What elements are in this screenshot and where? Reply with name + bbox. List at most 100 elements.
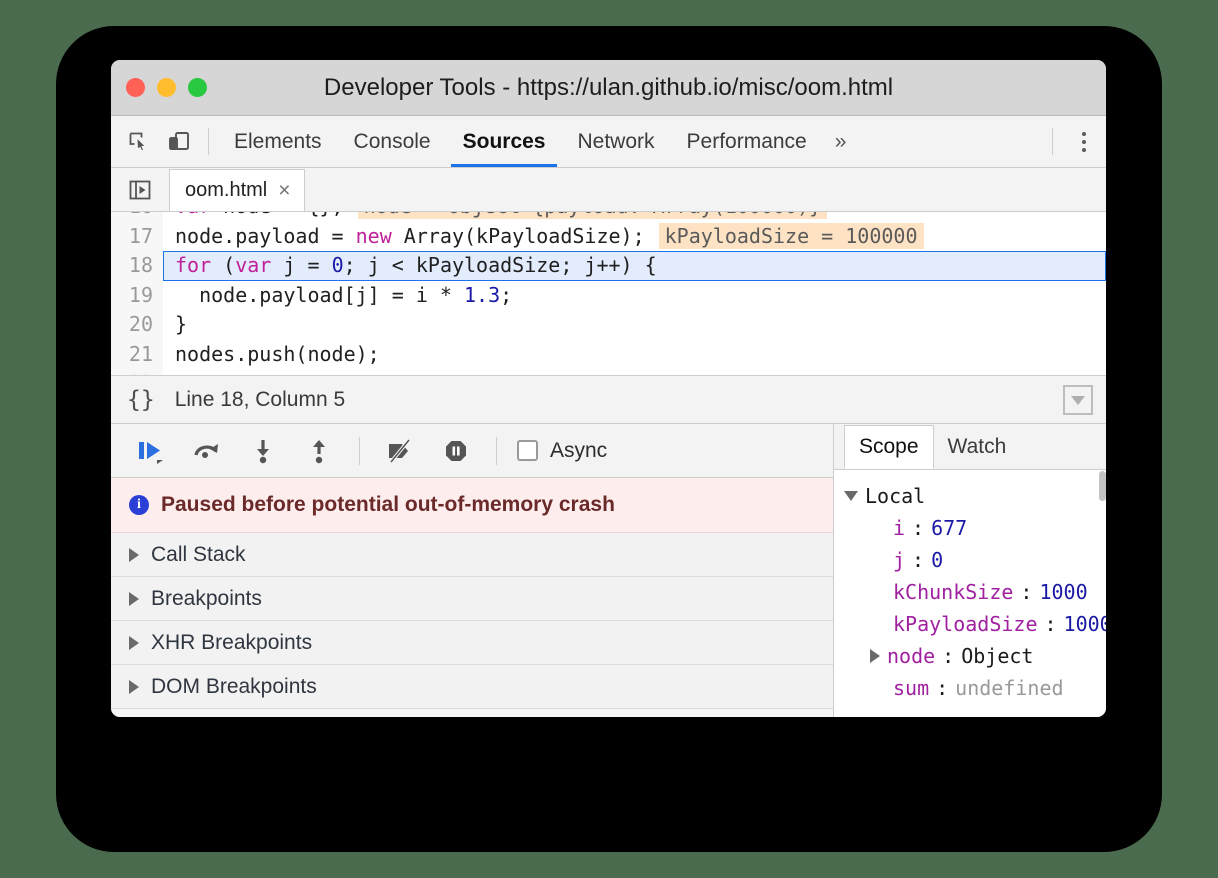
chevron-right-icon: [129, 636, 139, 650]
scope-tree: Local i: 677 j: 0 kChunkSize: 1000: [834, 470, 1106, 704]
section-breakpoints[interactable]: Breakpoints: [111, 577, 833, 621]
line-content: current++;: [163, 369, 1106, 376]
inline-value-hint: node = Object {payload: Array(100000)}: [358, 212, 828, 219]
traffic-lights: [126, 78, 207, 97]
minimize-window-button[interactable]: [157, 78, 176, 97]
code-token: j =: [283, 253, 331, 277]
code-token: nodes.push(node);: [175, 342, 380, 366]
code-line-18-executing[interactable]: 18 for (var j = 0; j < kPayloadSize; j++…: [111, 251, 1106, 281]
scope-entry-value: Object: [961, 644, 1033, 668]
async-checkbox-box[interactable]: [517, 440, 538, 461]
chevron-down-icon: [844, 491, 858, 501]
code-line-21[interactable]: 21 nodes.push(node);: [111, 340, 1106, 370]
code-token: }: [175, 312, 187, 336]
step-out-icon[interactable]: [293, 429, 345, 473]
step-into-icon[interactable]: [237, 429, 289, 473]
tab-network[interactable]: Network: [561, 116, 670, 167]
line-content: for (var j = 0; j < kPayloadSize; j++) {: [163, 251, 1106, 281]
deactivate-breakpoints-icon[interactable]: [374, 429, 426, 473]
scope-entry-name: sum: [893, 676, 929, 700]
scope-watch-pane: Scope Watch Local i: 677 j: 0: [834, 424, 1106, 717]
section-dom-breakpoints[interactable]: DOM Breakpoints: [111, 665, 833, 709]
scope-entry-value: 0: [931, 548, 943, 572]
code-token: ; j < kPayloadSize; j++) {: [344, 253, 657, 277]
chevron-right-icon[interactable]: [870, 649, 880, 663]
async-checkbox[interactable]: Async: [517, 439, 607, 463]
code-editor[interactable]: 16 var node = {};node = Object {payload:…: [111, 212, 1106, 376]
scope-entry-separator: :: [936, 676, 948, 700]
source-file-tabbar: oom.html ×: [111, 168, 1106, 212]
close-window-button[interactable]: [126, 78, 145, 97]
tab-elements-label: Elements: [234, 130, 322, 154]
tab-watch[interactable]: Watch: [934, 425, 1021, 469]
collapse-drawer-icon[interactable]: [1063, 385, 1093, 415]
debugger-divider: [359, 437, 360, 465]
tab-console[interactable]: Console: [338, 116, 447, 167]
scope-entry-name: i: [893, 516, 905, 540]
devtools-main-toolbar: Elements Console Sources Network Perform…: [111, 116, 1106, 168]
tab-performance[interactable]: Performance: [671, 116, 823, 167]
async-label: Async: [550, 439, 607, 463]
code-lines: 16 var node = {};node = Object {payload:…: [111, 212, 1106, 376]
chevron-right-icon: [129, 592, 139, 606]
scope-entry-sum[interactable]: sum: undefined: [844, 672, 1106, 704]
close-icon[interactable]: ×: [278, 180, 290, 201]
section-xhr-breakpoints[interactable]: XHR Breakpoints: [111, 621, 833, 665]
lower-panes: Async i Paused before potential out-of-m…: [111, 424, 1106, 717]
tab-elements[interactable]: Elements: [218, 116, 338, 167]
scope-entry-name: j: [893, 548, 905, 572]
scope-entry-j[interactable]: j: 0: [844, 544, 1106, 576]
code-token: new: [356, 224, 404, 248]
code-line-16[interactable]: 16 var node = {};node = Object {payload:…: [111, 212, 1106, 222]
code-token: for: [175, 253, 223, 277]
pause-on-exceptions-icon[interactable]: [430, 429, 482, 473]
main-menu-kebab-icon[interactable]: [1062, 116, 1106, 167]
show-navigator-icon[interactable]: [119, 169, 161, 211]
code-line-17[interactable]: 17 node.payload = new Array(kPayloadSize…: [111, 222, 1106, 252]
title-bar: Developer Tools - https://ulan.github.io…: [111, 60, 1106, 116]
tab-network-label: Network: [577, 130, 654, 154]
code-line-22[interactable]: 22 current++;: [111, 369, 1106, 376]
step-over-icon[interactable]: [181, 429, 233, 473]
scope-entry-kpayloadsize[interactable]: kPayloadSize: 100000: [844, 608, 1106, 640]
scope-entry-i[interactable]: i: 677: [844, 512, 1106, 544]
paused-message-banner: i Paused before potential out-of-memory …: [111, 478, 833, 533]
section-call-stack[interactable]: Call Stack: [111, 533, 833, 577]
section-breakpoints-label: Breakpoints: [151, 587, 262, 611]
tab-sources[interactable]: Sources: [447, 116, 562, 167]
scope-root-local[interactable]: Local: [844, 480, 1106, 512]
code-token: (: [223, 253, 235, 277]
scope-entry-separator: :: [1020, 580, 1032, 604]
file-tab-label: oom.html: [185, 179, 267, 202]
code-line-20[interactable]: 20 }: [111, 310, 1106, 340]
line-content: node.payload[j] = i * 1.3;: [163, 281, 1106, 311]
scope-entry-separator: :: [912, 548, 924, 572]
debugger-divider-2: [496, 437, 497, 465]
toolbar-divider: [208, 128, 209, 155]
zoom-window-button[interactable]: [188, 78, 207, 97]
tab-scope-label: Scope: [859, 435, 919, 459]
scope-entry-name: node: [887, 644, 935, 668]
pretty-print-braces-icon[interactable]: {}: [127, 387, 155, 413]
line-number: 20: [111, 310, 163, 340]
scope-scrollbar[interactable]: [1099, 471, 1106, 501]
code-token: Array(kPayloadSize);: [404, 224, 645, 248]
file-tab-oom-html[interactable]: oom.html ×: [169, 169, 305, 211]
inspect-element-icon[interactable]: [119, 116, 159, 167]
more-tabs-chevron-icon[interactable]: »: [823, 116, 859, 167]
line-content: }: [163, 310, 1106, 340]
line-number: 19: [111, 281, 163, 311]
tab-sources-label: Sources: [463, 130, 546, 154]
line-content: nodes.push(node);: [163, 340, 1106, 370]
scope-entry-kchunksize[interactable]: kChunkSize: 1000: [844, 576, 1106, 608]
code-line-19[interactable]: 19 node.payload[j] = i * 1.3;: [111, 281, 1106, 311]
paused-message-text: Paused before potential out-of-memory cr…: [161, 493, 615, 517]
chevron-right-icon: [129, 680, 139, 694]
code-token: 0: [332, 253, 344, 277]
device-toolbar-icon[interactable]: [159, 116, 199, 167]
scope-entry-node[interactable]: node: Object: [844, 640, 1106, 672]
debugger-pane: Async i Paused before potential out-of-m…: [111, 424, 834, 717]
tab-scope[interactable]: Scope: [844, 425, 934, 469]
resume-icon[interactable]: [125, 429, 177, 473]
tab-performance-label: Performance: [687, 130, 807, 154]
